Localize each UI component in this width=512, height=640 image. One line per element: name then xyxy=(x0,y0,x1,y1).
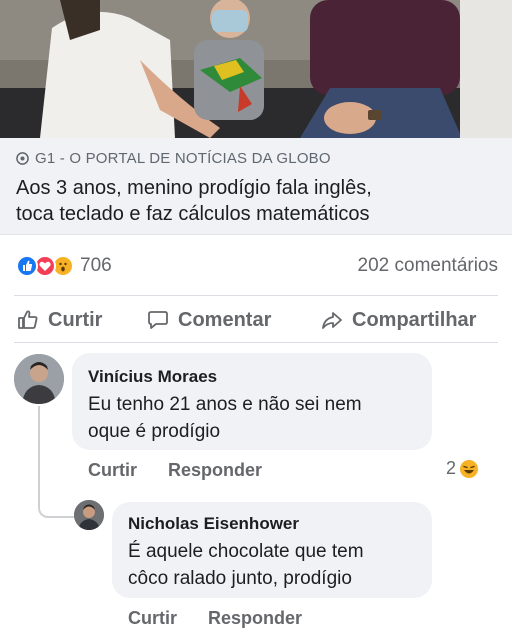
globe-icon xyxy=(16,152,29,165)
share-icon xyxy=(322,312,342,329)
like-button-label: Curtir xyxy=(48,308,103,331)
divider xyxy=(14,342,498,343)
reply-reply-button[interactable]: Responder xyxy=(208,608,302,629)
laugh-icon xyxy=(460,459,479,478)
reply-bubble[interactable]: Nicholas Eisenhower É aquele chocolate q… xyxy=(112,502,432,598)
link-source-text: G1 - O PORTAL DE NOTÍCIAS DA GLOBO xyxy=(35,150,331,167)
comment-reply-button[interactable]: Responder xyxy=(168,460,262,481)
avatar[interactable] xyxy=(14,354,64,404)
share-button[interactable]: Compartilhar xyxy=(320,308,476,332)
headline-line-2: toca teclado e faz cálculos matemáticos xyxy=(16,203,370,225)
thread-connector xyxy=(38,406,74,518)
reply-author[interactable]: Nicholas Eisenhower xyxy=(128,514,299,534)
reaction-summary[interactable]: 706 xyxy=(16,255,112,277)
comment-text-line: oque é prodígio xyxy=(88,421,221,442)
like-button[interactable]: Curtir xyxy=(16,308,102,332)
link-preview[interactable]: G1 - O PORTAL DE NOTÍCIAS DA GLOBO Aos 3… xyxy=(0,138,512,235)
comment-bubble[interactable]: Vinícius Moraes Eu tenho 21 anos e não s… xyxy=(72,353,432,450)
post-image[interactable] xyxy=(0,0,512,138)
reply-text: É aquele chocolate que tem côco ralado j… xyxy=(128,538,364,592)
thumbs-up-icon xyxy=(18,310,38,329)
post-actions: Curtir Comentar Compartilhar xyxy=(0,300,512,340)
comment-like-button[interactable]: Curtir xyxy=(88,460,137,481)
comment-button-label: Comentar xyxy=(178,308,272,331)
divider xyxy=(14,295,498,296)
headline-line-1: Aos 3 anos, menino prodígio fala inglês, xyxy=(16,177,372,199)
reply-like-button[interactable]: Curtir xyxy=(128,608,177,629)
link-source: G1 - O PORTAL DE NOTÍCIAS DA GLOBO xyxy=(16,150,331,167)
comment-icon xyxy=(148,311,168,329)
comment-count[interactable]: 202 comentários xyxy=(358,255,498,277)
comment-button[interactable]: Comentar xyxy=(146,308,271,332)
reply-text-line: É aquele chocolate que tem xyxy=(128,541,364,562)
link-headline[interactable]: Aos 3 anos, menino prodígio fala inglês,… xyxy=(16,175,506,227)
share-button-label: Compartilhar xyxy=(352,308,477,331)
comment-reaction-summary[interactable]: 2 xyxy=(446,458,479,479)
reply-avatar[interactable] xyxy=(74,500,104,530)
reply-text-line: côco ralado junto, prodígio xyxy=(128,568,352,589)
comment-reaction-count: 2 xyxy=(446,458,457,478)
like-icon xyxy=(16,255,38,277)
reaction-count[interactable]: 706 xyxy=(80,255,112,277)
comment-text: Eu tenho 21 anos e não sei nem oque é pr… xyxy=(88,391,362,445)
post-stats: 706 202 comentários xyxy=(0,240,512,292)
comment-author[interactable]: Vinícius Moraes xyxy=(88,367,217,387)
comment-text-line: Eu tenho 21 anos e não sei nem xyxy=(88,394,362,415)
